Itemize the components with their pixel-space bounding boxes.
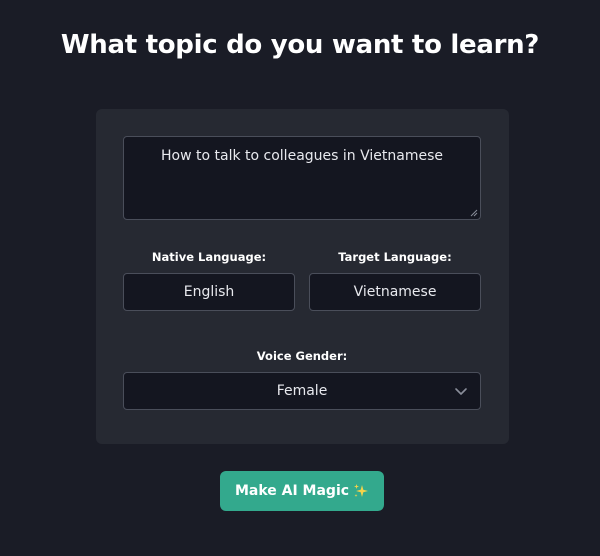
make-ai-magic-label: Make AI Magic — [234, 483, 350, 499]
topic-textarea[interactable]: How to talk to colleagues in Vietnamese — [123, 136, 481, 220]
target-language-label: Target Language: — [338, 250, 452, 264]
page: What topic do you want to learn? How to … — [0, 0, 600, 556]
page-title: What topic do you want to learn? — [60, 30, 540, 60]
make-ai-magic-button[interactable]: Make AI Magic — [220, 471, 384, 511]
sparkles-icon — [354, 484, 369, 497]
voice-gender-select[interactable]: Female — [123, 372, 481, 410]
target-language-input[interactable]: Vietnamese — [309, 273, 481, 311]
topic-form-card: How to talk to colleagues in Vietnamese … — [96, 109, 509, 444]
native-language-label: Native Language: — [151, 250, 267, 264]
resize-grip-icon[interactable] — [470, 209, 478, 217]
voice-gender-value: Female — [276, 383, 328, 399]
native-language-input[interactable]: English — [123, 273, 295, 311]
voice-gender-label: Voice Gender: — [256, 349, 348, 363]
topic-textarea-value: How to talk to colleagues in Vietnamese — [161, 148, 443, 164]
chevron-down-icon — [455, 388, 467, 395]
